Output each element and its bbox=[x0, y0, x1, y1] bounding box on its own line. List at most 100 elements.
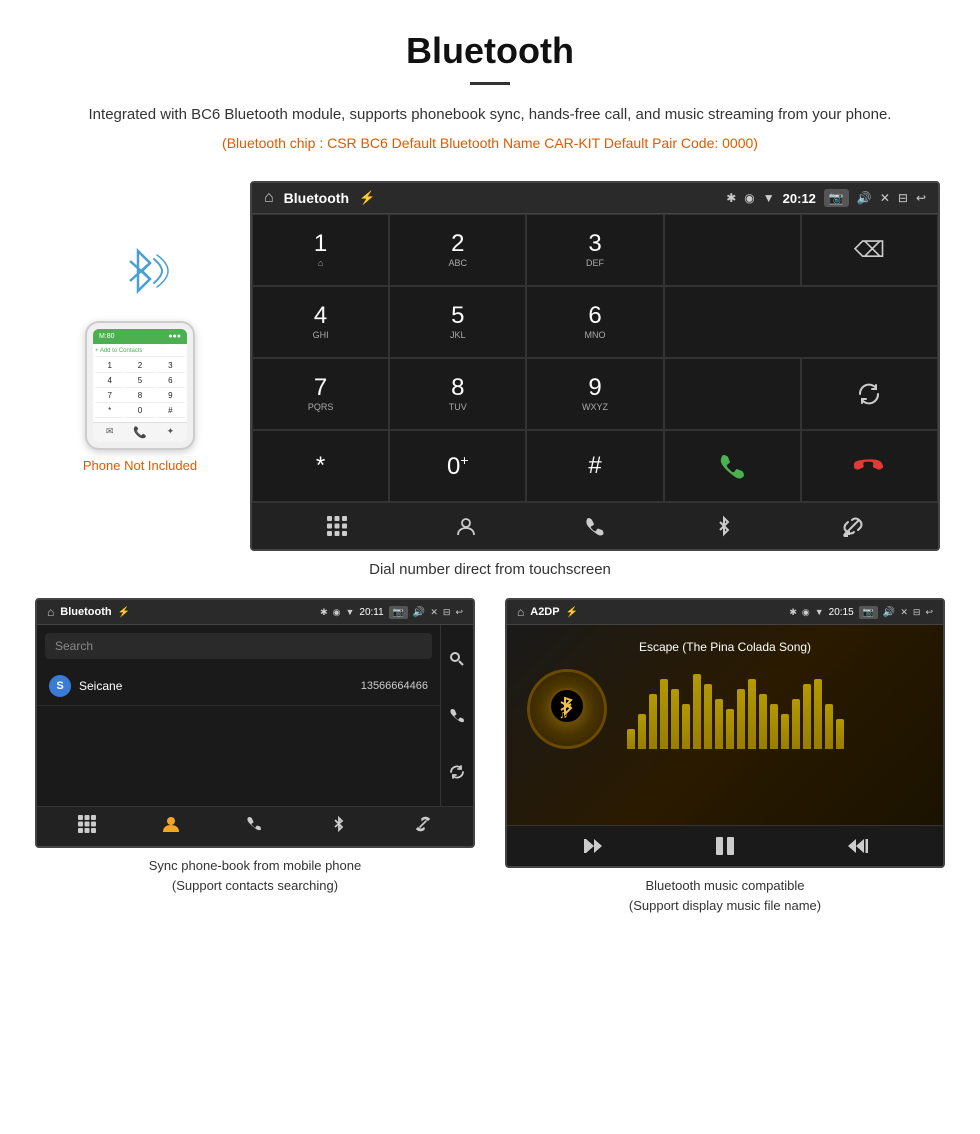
call-button[interactable] bbox=[664, 430, 801, 502]
bluetooth-specs: (Bluetooth chip : CSR BC6 Default Blueto… bbox=[60, 135, 920, 151]
minimize-icon[interactable]: ⊟ bbox=[898, 191, 908, 205]
volume-icon[interactable]: 🔊 bbox=[857, 191, 872, 205]
phonebook-screen: ⌂ Bluetooth ⚡ ✱ ◉ ▼ 20:11 📷 🔊 ✕ ⊟ ↩ bbox=[35, 598, 475, 848]
phonebook-search-bar[interactable]: Search bbox=[45, 633, 432, 659]
camera-icon[interactable]: 📷 bbox=[824, 189, 849, 207]
pb-camera-icon[interactable]: 📷 bbox=[389, 606, 408, 619]
backspace-button[interactable]: ⌫ bbox=[801, 214, 938, 286]
pb-user-icon[interactable] bbox=[162, 815, 180, 838]
dial-key-star[interactable]: * bbox=[252, 430, 389, 502]
a2dp-minimize-icon[interactable]: ⊟ bbox=[913, 607, 921, 618]
refresh-side-icon[interactable] bbox=[449, 764, 465, 780]
pb-bottom-bar bbox=[37, 806, 473, 846]
phone-add-contact: + Add to Contacts bbox=[95, 348, 185, 357]
dialpad-icon[interactable] bbox=[317, 515, 357, 537]
a2dp-signal-icon: ▼ bbox=[815, 607, 824, 617]
home-icon[interactable]: ⌂ bbox=[264, 189, 274, 207]
link-icon[interactable] bbox=[833, 515, 873, 537]
dial-key-9[interactable]: 9 WXYZ bbox=[526, 358, 663, 430]
bluetooth-icon[interactable] bbox=[704, 515, 744, 537]
pb-loc-icon: ◉ bbox=[333, 607, 341, 618]
pb-phone-icon[interactable] bbox=[246, 815, 264, 838]
pb-usb-icon: ⚡ bbox=[118, 607, 130, 618]
dial-key-1[interactable]: 1 ⌂ bbox=[252, 214, 389, 286]
back-icon[interactable]: ↩ bbox=[916, 191, 926, 205]
next-track-button[interactable] bbox=[832, 834, 882, 858]
eq-bar bbox=[781, 714, 789, 749]
pb-volume-icon[interactable]: 🔊 bbox=[413, 607, 425, 618]
a2dp-card: ⌂ A2DP ⚡ ✱ ◉ ▼ 20:15 📷 🔊 ✕ ⊟ ↩ bbox=[500, 598, 950, 915]
phone-mockup-area: M:80 ●●● + Add to Contacts 1 2 3 4 5 6 7… bbox=[40, 181, 240, 551]
dial-key-8[interactable]: 8 TUV bbox=[389, 358, 526, 430]
contact-name: Seicane bbox=[79, 679, 122, 693]
pb-minimize-icon[interactable]: ⊟ bbox=[443, 607, 451, 618]
dial-key-3[interactable]: 3 DEF bbox=[526, 214, 663, 286]
eq-bar bbox=[682, 704, 690, 749]
eq-bar bbox=[759, 694, 767, 749]
eq-bar bbox=[814, 679, 822, 749]
a2dp-music-note-icon: ♫ bbox=[549, 688, 585, 731]
phone-top-bar: M:80 ●●● bbox=[93, 329, 187, 344]
a2dp-time: 20:15 bbox=[829, 607, 854, 618]
car-screen-header: ⌂ Bluetooth ⚡ ✱ ◉ ▼ 20:12 📷 🔊 ✕ ⊟ ↩ bbox=[252, 183, 938, 214]
phonebook-caption: Sync phone-book from mobile phone (Suppo… bbox=[149, 856, 361, 895]
eq-bar bbox=[770, 704, 778, 749]
a2dp-controls bbox=[507, 825, 943, 866]
phonebook-card: ⌂ Bluetooth ⚡ ✱ ◉ ▼ 20:11 📷 🔊 ✕ ⊟ ↩ bbox=[30, 598, 480, 915]
phone-not-included-label: Phone Not Included bbox=[83, 458, 197, 473]
dial-key-0[interactable]: 0+ bbox=[389, 430, 526, 502]
a2dp-back-icon[interactable]: ↩ bbox=[925, 607, 933, 618]
call-side-icon[interactable] bbox=[449, 707, 465, 723]
empty-2 bbox=[664, 286, 938, 358]
phonebook-side-icons bbox=[440, 625, 473, 806]
empty-3 bbox=[664, 358, 801, 430]
display-area bbox=[664, 214, 801, 286]
eq-bar bbox=[660, 679, 668, 749]
dial-key-hash[interactable]: # bbox=[526, 430, 663, 502]
prev-track-button[interactable] bbox=[568, 834, 618, 858]
a2dp-volume-icon[interactable]: 🔊 bbox=[883, 607, 895, 618]
contacts-icon[interactable] bbox=[446, 515, 486, 537]
a2dp-usb-icon: ⚡ bbox=[566, 607, 578, 618]
pb-bt-bottom-icon[interactable] bbox=[330, 815, 348, 838]
play-pause-button[interactable] bbox=[700, 834, 750, 858]
dial-key-7[interactable]: 7 PQRS bbox=[252, 358, 389, 430]
eq-bar bbox=[737, 689, 745, 749]
page-header: Bluetooth Integrated with BC6 Bluetooth … bbox=[0, 0, 980, 181]
title-divider bbox=[470, 82, 510, 85]
eq-bar bbox=[638, 714, 646, 749]
pb-home-icon[interactable]: ⌂ bbox=[47, 605, 54, 619]
end-call-button[interactable] bbox=[801, 430, 938, 502]
phone-icon[interactable] bbox=[575, 515, 615, 537]
dial-key-5[interactable]: 5 JKL bbox=[389, 286, 526, 358]
eq-bar bbox=[748, 679, 756, 749]
close-icon[interactable]: ✕ bbox=[880, 191, 890, 205]
equalizer-bars bbox=[627, 669, 933, 749]
dial-key-6[interactable]: 6 MNO bbox=[526, 286, 663, 358]
search-side-icon[interactable] bbox=[449, 651, 465, 667]
dial-key-4[interactable]: 4 GHI bbox=[252, 286, 389, 358]
eq-bar bbox=[671, 689, 679, 749]
dial-bottom-bar bbox=[252, 502, 938, 549]
usb-icon: ⚡ bbox=[359, 190, 375, 206]
a2dp-home-icon[interactable]: ⌂ bbox=[517, 605, 524, 619]
a2dp-screen-title: A2DP bbox=[530, 606, 559, 618]
a2dp-camera-icon[interactable]: 📷 bbox=[859, 606, 878, 619]
eq-bar bbox=[825, 704, 833, 749]
refresh-button[interactable] bbox=[801, 358, 938, 430]
contact-row[interactable]: S Seicane 13566664466 bbox=[37, 667, 440, 706]
contact-avatar: S bbox=[49, 675, 71, 697]
pb-back-icon[interactable]: ↩ bbox=[455, 607, 463, 618]
pb-close-icon[interactable]: ✕ bbox=[430, 607, 438, 618]
page-description: Integrated with BC6 Bluetooth module, su… bbox=[60, 103, 920, 127]
phonebook-header: ⌂ Bluetooth ⚡ ✱ ◉ ▼ 20:11 📷 🔊 ✕ ⊟ ↩ bbox=[37, 600, 473, 625]
svg-text:♫: ♫ bbox=[559, 707, 568, 721]
dial-key-2[interactable]: 2 ABC bbox=[389, 214, 526, 286]
contact-list-spacer bbox=[37, 706, 440, 806]
a2dp-close-icon[interactable]: ✕ bbox=[900, 607, 908, 618]
eq-bar bbox=[726, 709, 734, 749]
pb-grid-icon[interactable] bbox=[78, 815, 96, 838]
eq-bar bbox=[693, 674, 701, 749]
dial-screen-time: 20:12 bbox=[783, 191, 816, 206]
pb-link-bottom-icon[interactable] bbox=[414, 815, 432, 838]
